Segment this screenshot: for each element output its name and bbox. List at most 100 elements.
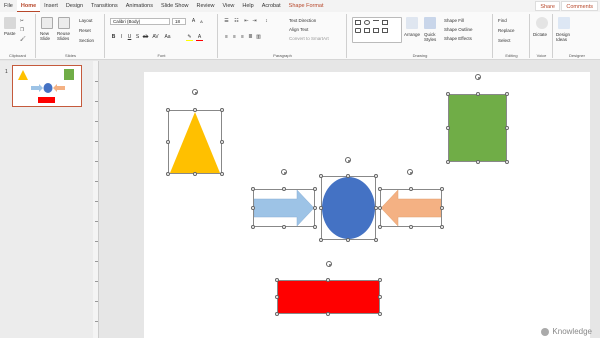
resize-handle[interactable] (409, 225, 413, 229)
resize-handle[interactable] (275, 278, 279, 282)
shape-rounded-icon[interactable] (355, 28, 361, 33)
tab-view[interactable]: View (219, 0, 239, 12)
columns-icon[interactable]: ▥ (255, 34, 262, 41)
square-rotate-handle[interactable] (475, 74, 481, 80)
resize-handle[interactable] (313, 206, 317, 210)
paste-button[interactable]: Paste (4, 31, 16, 36)
resize-handle[interactable] (446, 126, 450, 130)
align-right-icon[interactable]: ≡ (239, 34, 246, 41)
tab-slide-show[interactable]: Slide Show (157, 0, 193, 12)
decrease-indent-icon[interactable]: ⇤ (243, 18, 250, 25)
tab-file[interactable]: File (0, 0, 17, 12)
copy-icon[interactable]: ❐ (20, 27, 24, 33)
left-arrow-rotate-handle[interactable] (407, 169, 413, 175)
font-name-field[interactable]: Calibri (Body) (110, 18, 170, 25)
resize-handle[interactable] (275, 295, 279, 299)
bullets-icon[interactable]: ☰ (223, 18, 230, 25)
right-arrow-rotate-handle[interactable] (281, 169, 287, 175)
dictate-button[interactable]: Dictate (533, 32, 547, 37)
resize-handle[interactable] (440, 225, 444, 229)
resize-handle[interactable] (251, 225, 255, 229)
tab-insert[interactable]: Insert (40, 0, 62, 12)
comments-button[interactable]: Comments (561, 1, 598, 11)
circle-rotate-handle[interactable] (345, 157, 351, 163)
justify-icon[interactable]: ≣ (247, 34, 254, 41)
design-ideas-button[interactable]: Design Ideas (556, 32, 572, 42)
resize-handle[interactable] (440, 206, 444, 210)
cut-icon[interactable]: ✂ (20, 18, 24, 24)
arrange-icon[interactable] (406, 17, 418, 29)
layout-button[interactable]: Layout (79, 18, 93, 23)
text-direction-button[interactable]: Text Direction (289, 18, 316, 23)
resize-handle[interactable] (346, 238, 350, 242)
resize-handle[interactable] (166, 172, 170, 176)
italic-icon[interactable]: I (118, 34, 125, 41)
resize-handle[interactable] (374, 238, 378, 242)
resize-handle[interactable] (251, 187, 255, 191)
resize-handle[interactable] (251, 206, 255, 210)
resize-handle[interactable] (374, 174, 378, 178)
resize-handle[interactable] (446, 160, 450, 164)
resize-handle[interactable] (326, 312, 330, 316)
resize-handle[interactable] (319, 206, 323, 210)
new-slide-button[interactable]: New Slide (40, 31, 54, 41)
reuse-slides-button[interactable]: Reuse Slides (57, 31, 73, 41)
shape-rectangle-icon[interactable] (355, 20, 361, 25)
resize-handle[interactable] (220, 140, 224, 144)
shape-line-icon[interactable] (373, 20, 379, 25)
shape-outline-button[interactable]: Shape Outline (444, 27, 473, 32)
increase-font-icon[interactable]: A (190, 18, 197, 25)
resize-handle[interactable] (505, 160, 509, 164)
paste-icon[interactable] (4, 17, 16, 29)
increase-indent-icon[interactable]: ⇥ (251, 18, 258, 25)
resize-handle[interactable] (193, 172, 197, 176)
shadow-icon[interactable]: S (134, 34, 141, 41)
arrange-button[interactable]: Arrange (404, 32, 420, 37)
tab-transitions[interactable]: Transitions (87, 0, 122, 12)
resize-handle[interactable] (476, 92, 480, 96)
resize-handle[interactable] (220, 108, 224, 112)
underline-icon[interactable]: U (126, 34, 133, 41)
quick-styles-button[interactable]: Quick Styles (424, 32, 438, 42)
resize-handle[interactable] (166, 108, 170, 112)
triangle-rotate-handle[interactable] (192, 89, 198, 95)
slide[interactable] (144, 72, 590, 338)
resize-handle[interactable] (319, 238, 323, 242)
replace-button[interactable]: Replace (498, 28, 515, 33)
resize-handle[interactable] (378, 187, 382, 191)
tab-animations[interactable]: Animations (122, 0, 157, 12)
resize-handle[interactable] (378, 312, 382, 316)
resize-handle[interactable] (313, 187, 317, 191)
design-ideas-icon[interactable] (558, 17, 570, 29)
shape-fill-button[interactable]: Shape Fill (444, 18, 464, 23)
shape-star-icon[interactable] (382, 28, 388, 33)
decrease-font-icon[interactable]: A (198, 18, 205, 25)
resize-handle[interactable] (220, 172, 224, 176)
bold-icon[interactable]: B (110, 34, 117, 41)
shape-brace-icon[interactable] (373, 28, 379, 33)
resize-handle[interactable] (378, 278, 382, 282)
tab-shape-format[interactable]: Shape Format (285, 0, 328, 12)
section-button[interactable]: Section (79, 38, 94, 43)
resize-handle[interactable] (378, 225, 382, 229)
spacing-icon[interactable]: AV (152, 34, 159, 41)
strikethrough-icon[interactable]: ab (142, 34, 149, 41)
format-painter-icon[interactable]: 🖌 (20, 36, 26, 42)
align-text-button[interactable]: Align Text (289, 27, 308, 32)
numbering-icon[interactable]: ☷ (233, 18, 240, 25)
resize-handle[interactable] (440, 187, 444, 191)
resize-handle[interactable] (282, 187, 286, 191)
resize-handle[interactable] (166, 140, 170, 144)
resize-handle[interactable] (446, 92, 450, 96)
select-button[interactable]: Select (498, 38, 511, 43)
shape-oval-icon[interactable] (364, 20, 370, 25)
resize-handle[interactable] (409, 187, 413, 191)
resize-handle[interactable] (193, 108, 197, 112)
find-button[interactable]: Find (498, 18, 507, 23)
resize-handle[interactable] (326, 278, 330, 282)
convert-smartart-button[interactable]: Convert to SmartArt (289, 36, 329, 41)
font-size-field[interactable]: 18 (172, 18, 186, 25)
align-left-icon[interactable]: ≡ (223, 34, 230, 41)
quick-styles-icon[interactable] (424, 17, 436, 29)
tab-review[interactable]: Review (193, 0, 219, 12)
